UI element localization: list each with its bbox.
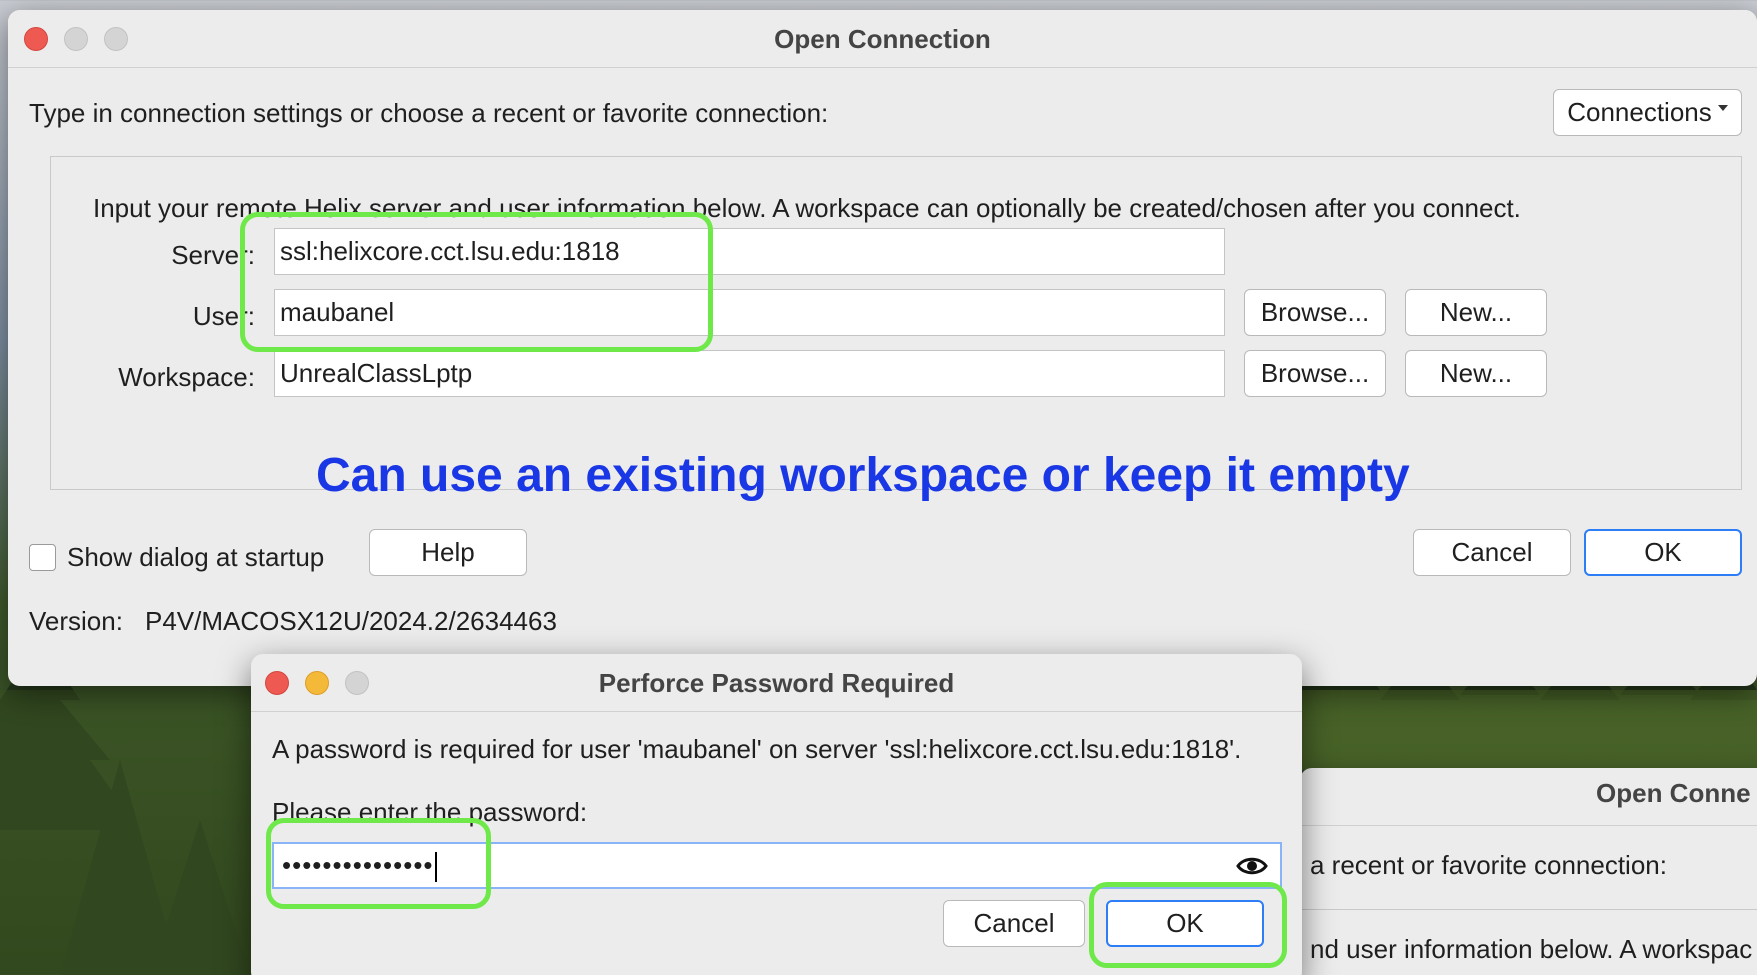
server-user-highlight: [240, 212, 713, 352]
help-button[interactable]: Help: [369, 529, 527, 576]
workspace-field[interactable]: UnrealClassLptp: [274, 350, 1225, 397]
window-title: Open Connection: [774, 24, 991, 54]
intro-text: Type in connection settings or choose a …: [29, 98, 829, 128]
version-label: Version:: [29, 606, 123, 636]
ok-highlight: [1089, 882, 1287, 968]
version-value: P4V/MACOSX12U/2024.2/2634463: [145, 606, 557, 636]
browse-user-button[interactable]: Browse...: [1244, 289, 1386, 336]
background-intro-text: a recent or favorite connection:: [1310, 850, 1667, 880]
password-dialog: Perforce Password Required A password is…: [251, 654, 1302, 975]
new-workspace-button[interactable]: New...: [1405, 350, 1547, 397]
dialog-cancel-button[interactable]: Cancel: [943, 900, 1085, 947]
dialog-titlebar: Perforce Password Required: [251, 654, 1302, 712]
workspace-label: Workspace:: [118, 362, 255, 392]
workspace-annotation: Can use an existing workspace or keep it…: [316, 449, 1410, 502]
background-window-title: Open Conne: [1596, 778, 1751, 808]
show-dialog-checkbox[interactable]: [29, 544, 56, 571]
background-group-text: nd user information below. A workspac: [1310, 934, 1753, 964]
server-label: Server:: [171, 240, 255, 270]
divider: [1300, 909, 1757, 910]
password-highlight: [266, 818, 491, 909]
ok-button[interactable]: OK: [1584, 529, 1742, 576]
chevron-down-icon: [1717, 104, 1728, 111]
divider: [1300, 825, 1757, 826]
eye-icon[interactable]: [1236, 855, 1268, 877]
connections-label: Connections: [1567, 97, 1712, 127]
new-user-button[interactable]: New...: [1405, 289, 1547, 336]
open-connection-window: Open Connection Type in connection setti…: [8, 10, 1757, 686]
cancel-button[interactable]: Cancel: [1413, 529, 1571, 576]
window-titlebar: Open Connection: [8, 10, 1757, 68]
dialog-title: Perforce Password Required: [598, 668, 955, 698]
show-dialog-label: Show dialog at startup: [67, 542, 325, 572]
password-message: A password is required for user 'maubane…: [272, 734, 1242, 764]
connections-dropdown[interactable]: Connections: [1553, 89, 1742, 136]
user-label: User:: [192, 301, 255, 331]
background-open-connection-window: Open Conne a recent or favorite connecti…: [1300, 768, 1757, 975]
browse-workspace-button[interactable]: Browse...: [1244, 350, 1386, 397]
